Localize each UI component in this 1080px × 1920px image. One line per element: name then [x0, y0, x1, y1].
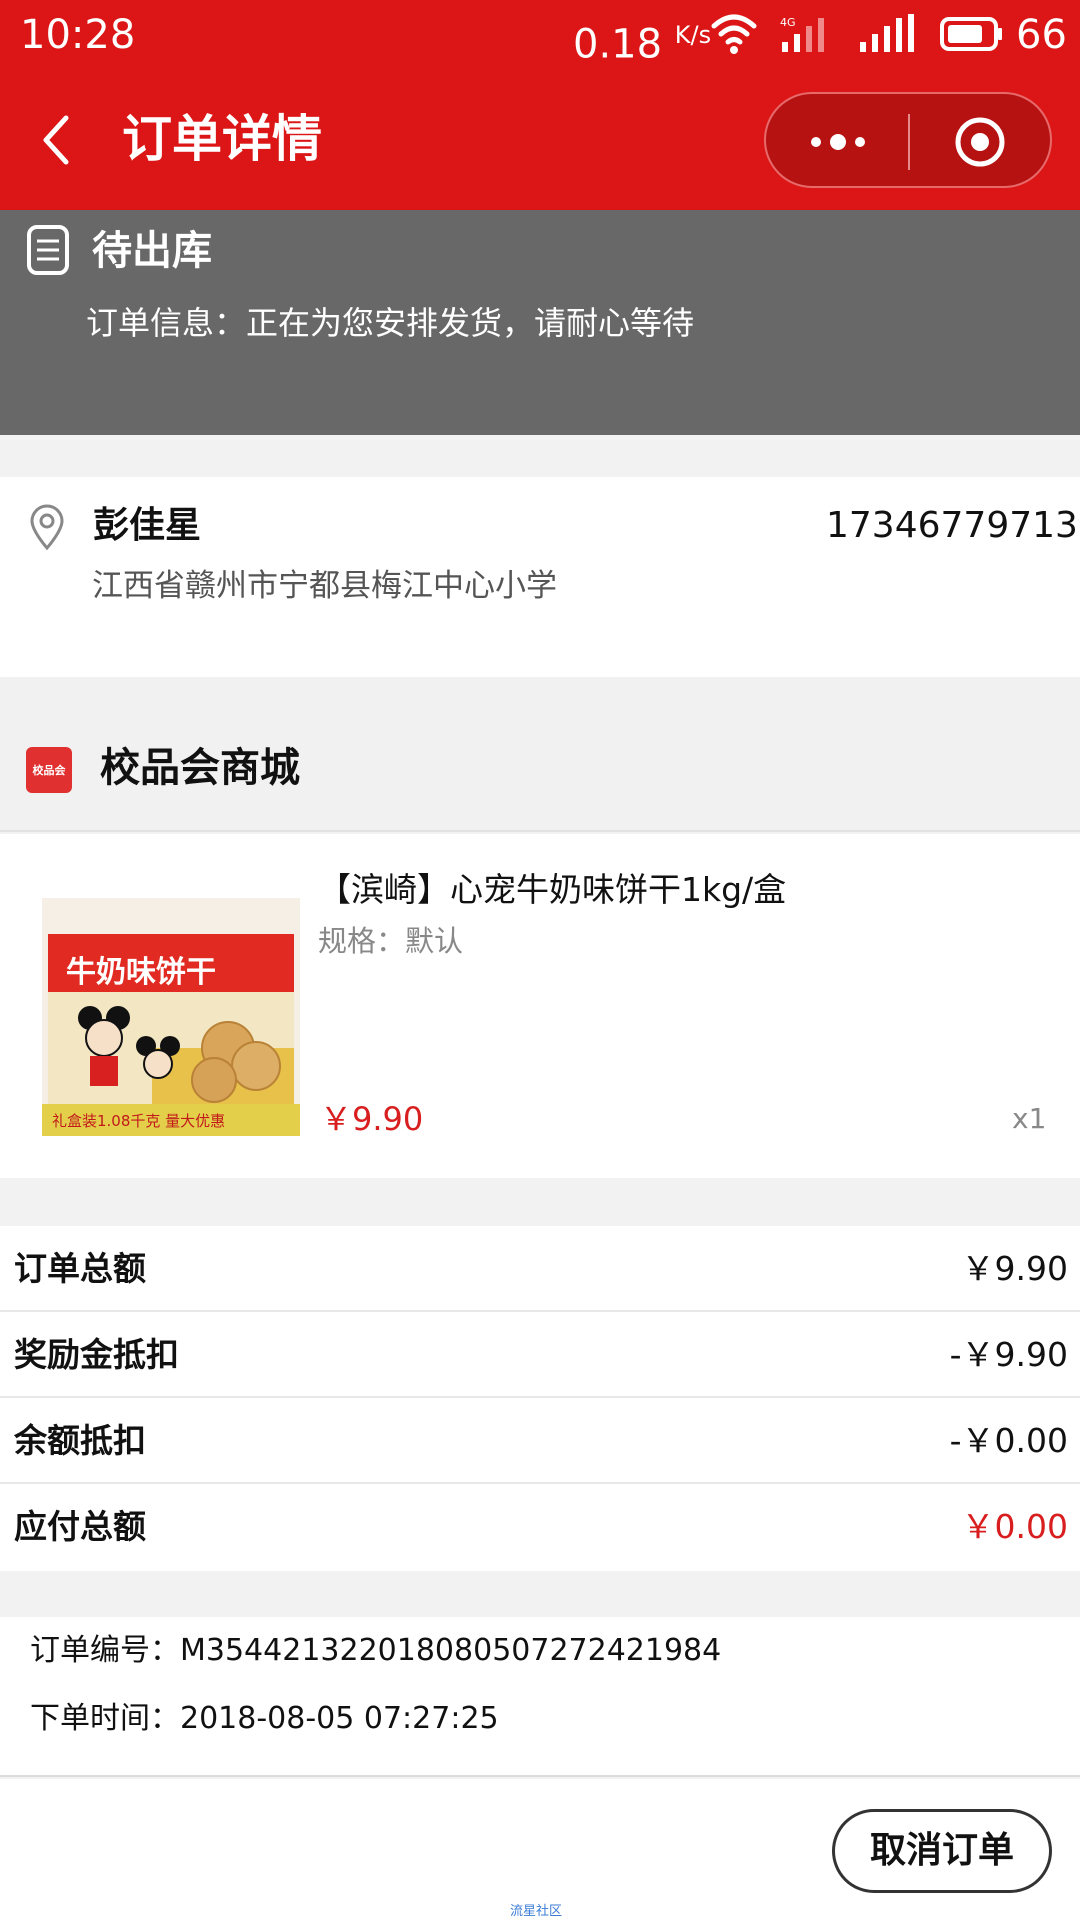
network-speed: 0.18 K/s: [573, 0, 711, 79]
product-price: ￥9.90: [320, 1100, 424, 1138]
product-spec: 规格：默认: [318, 924, 464, 958]
header: 10:28 0.18 K/s 4G 66 订单详情: [0, 0, 1080, 210]
product-title[interactable]: 【滨崎】心宠牛奶味饼干1kg/盒: [318, 864, 786, 916]
order-info: 订单编号：M354421322018080507272421984 下单时间：2…: [0, 1617, 1080, 1777]
more-dots-icon[interactable]: [806, 128, 870, 156]
summary-value: -￥9.90: [949, 1335, 1068, 1374]
summary-value: -￥0.00: [949, 1421, 1068, 1460]
order-status-title: 待出库: [92, 228, 212, 274]
nav-bar: 订单详情: [0, 70, 1080, 210]
order-document-icon: [27, 225, 69, 275]
summary-row-payable: 应付总额 ￥0.00: [0, 1484, 1080, 1570]
cancel-order-button[interactable]: 取消订单: [832, 1809, 1052, 1893]
summary-row-reward-deduction: 奖励金抵扣 -￥9.90: [0, 1312, 1080, 1398]
summary-label: 订单总额: [14, 1249, 146, 1288]
mini-program-capsule: [764, 92, 1052, 188]
wifi-icon: [711, 14, 757, 54]
watermark: 流星社区: [510, 1904, 563, 1919]
payable-amount: ￥0.00: [961, 1507, 1068, 1546]
svg-text:4G: 4G: [780, 16, 796, 29]
recipient-address: 江西省赣州市宁都县梅江中心小学: [92, 568, 557, 604]
signal-icon: [860, 14, 914, 52]
battery-icon: [940, 17, 1002, 51]
order-time-label: 下单时间：: [30, 1701, 180, 1736]
order-status-message: 订单信息：正在为您安排发货，请耐心等待: [86, 304, 695, 342]
shop-logo: 校品会: [26, 747, 72, 793]
product-image-banner: 礼盒装1.08千克 量大优惠: [52, 1112, 225, 1130]
order-number-line: 订单编号：M354421322018080507272421984: [30, 1627, 721, 1675]
order-number: M354421322018080507272421984: [180, 1633, 722, 1668]
location-pin-icon: [30, 504, 64, 551]
product-quantity: x1: [1012, 1102, 1047, 1135]
shop-name: 校品会商城: [100, 745, 300, 791]
battery-level: 66: [1016, 12, 1067, 58]
product-image[interactable]: 牛奶味饼干 礼盒装1.08千克 量大优惠: [42, 898, 300, 1136]
network-speed-value: 0.18: [573, 21, 663, 68]
summary-row-total: 订单总额 ￥9.90: [0, 1226, 1080, 1312]
biscuit-box-image: 牛奶味饼干 礼盒装1.08千克 量大优惠: [42, 898, 300, 1136]
page-title: 订单详情: [122, 110, 322, 168]
summary-value: ￥9.90: [961, 1249, 1068, 1288]
network-speed-unit: K/s: [674, 21, 712, 49]
order-number-label: 订单编号：: [30, 1633, 180, 1668]
status-bar: 10:28 0.18 K/s 4G 66: [0, 0, 1080, 70]
shop-header[interactable]: 校品会 校品会商城: [0, 677, 1080, 832]
address-card[interactable]: 彭佳星 17346779713 江西省赣州市宁都县梅江中心小学: [0, 477, 1080, 677]
order-status-panel: 待出库 订单信息：正在为您安排发货，请耐心等待: [0, 210, 1080, 435]
order-summary: 订单总额 ￥9.90 奖励金抵扣 -￥9.90 余额抵扣 -￥0.00 应付总额…: [0, 1226, 1080, 1571]
close-target-icon[interactable]: [954, 116, 1006, 168]
product-item[interactable]: 牛奶味饼干 礼盒装1.08千克 量大优惠 【滨崎】心宠牛奶味饼干1kg/盒 规格…: [0, 834, 1080, 1178]
summary-label: 余额抵扣: [14, 1421, 146, 1460]
summary-row-balance-deduction: 余额抵扣 -￥0.00: [0, 1398, 1080, 1484]
back-arrow-icon[interactable]: [36, 112, 76, 168]
footer-bar: 取消订单 流星社区: [0, 1779, 1080, 1920]
product-image-label: 牛奶味饼干: [66, 955, 216, 990]
recipient-phone: 17346779713: [826, 505, 1078, 546]
summary-label: 应付总额: [14, 1507, 146, 1546]
signal-4g-icon: 4G: [780, 16, 824, 52]
status-time: 10:28: [20, 12, 136, 58]
order-time: 2018-08-05 07:27:25: [180, 1701, 499, 1736]
order-time-line: 下单时间：2018-08-05 07:27:25: [30, 1695, 499, 1743]
capsule-divider: [908, 114, 910, 170]
summary-label: 奖励金抵扣: [14, 1335, 179, 1374]
recipient-name: 彭佳星: [93, 505, 202, 546]
